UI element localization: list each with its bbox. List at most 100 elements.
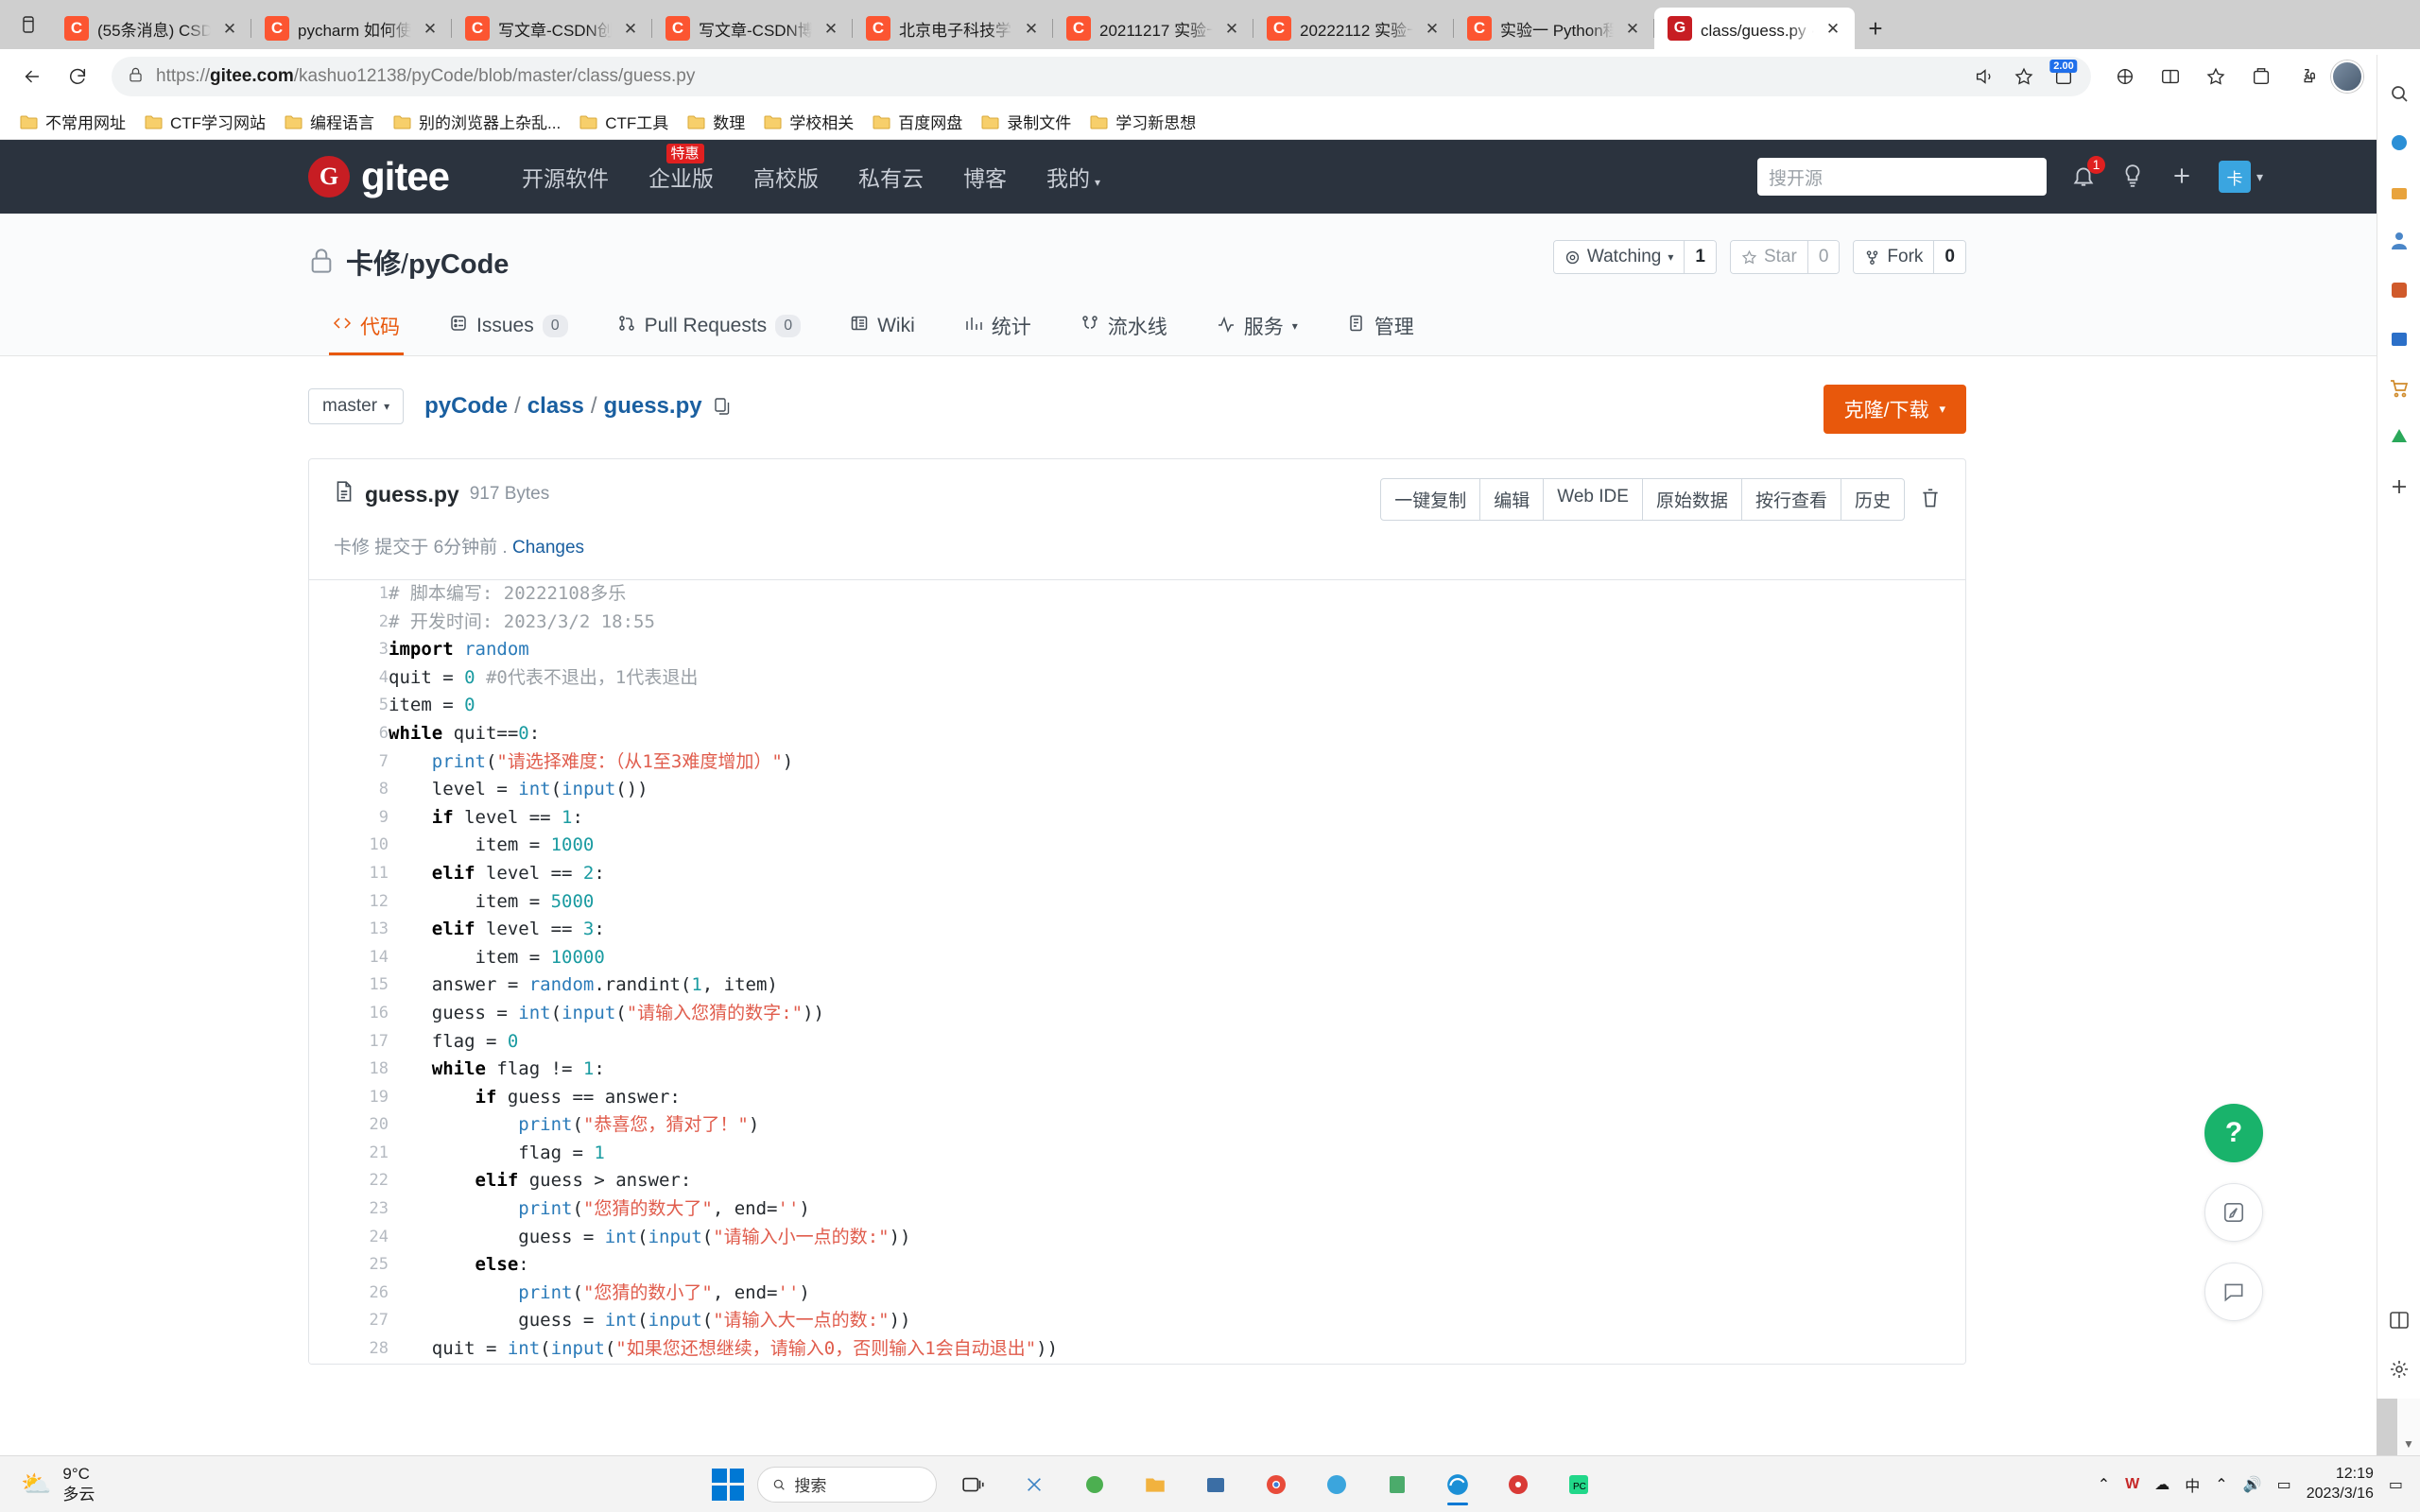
browser-tab[interactable]: C 20211217 实验一 ✕ — [1053, 8, 1253, 49]
split-screen-icon[interactable] — [2150, 56, 2191, 97]
bookmark-item[interactable]: 学习新思想 — [1081, 106, 1204, 137]
tray-wifi-icon[interactable]: ⌃ — [2215, 1475, 2227, 1494]
gitee-nav-item[interactable]: 博客 — [943, 161, 1027, 193]
bookmark-item[interactable]: 录制文件 — [973, 106, 1080, 137]
widgets-icon[interactable] — [1011, 1463, 1058, 1506]
copy-icon[interactable] — [713, 396, 732, 417]
chrome-icon[interactable] — [1253, 1463, 1300, 1506]
chat-icon[interactable] — [2204, 1263, 2263, 1321]
tray-volume-icon[interactable]: 🔊 — [2243, 1475, 2262, 1494]
tray-onedrive-icon[interactable]: ☁ — [2154, 1475, 2169, 1494]
sidebar-add-icon[interactable] — [2385, 472, 2413, 501]
collections-icon[interactable]: 2.00 — [2046, 59, 2082, 94]
gitee-search-input[interactable]: 搜开源 — [1756, 158, 2047, 196]
help-button[interactable]: ? — [2204, 1104, 2263, 1162]
browser-tab[interactable]: C 北京电子科技学院 ✕ — [853, 8, 1053, 49]
sidebar-shopping-cart-icon[interactable] — [2385, 374, 2413, 403]
bookmark-item[interactable]: 不常用网址 — [11, 106, 134, 137]
lightbulb-icon[interactable] — [2120, 163, 2145, 191]
start-button[interactable] — [712, 1468, 745, 1501]
file-explorer-icon[interactable] — [1132, 1463, 1179, 1506]
browser-tab[interactable]: C (55条消息) CSDN被 ✕ — [51, 8, 251, 49]
reload-icon[interactable] — [57, 56, 98, 97]
browser-extensions-icon[interactable] — [2286, 56, 2327, 97]
repo-tab-流水线[interactable]: 流水线 — [1056, 302, 1192, 355]
file-tool-一键复制[interactable]: 一键复制 — [1381, 479, 1481, 520]
tab-close-icon[interactable]: ✕ — [420, 18, 441, 39]
trash-icon[interactable] — [1920, 487, 1941, 512]
music-icon[interactable] — [1495, 1463, 1542, 1506]
scroll-down-icon[interactable]: ▼ — [2397, 1433, 2420, 1455]
tab-close-icon[interactable]: ✕ — [1422, 18, 1443, 39]
sidebar-games-icon[interactable] — [2385, 423, 2413, 452]
chat-taskbar-icon[interactable] — [1071, 1463, 1118, 1506]
gitee-logo[interactable]: G gitee — [308, 156, 450, 198]
sidebar-copilot-icon[interactable] — [2385, 129, 2413, 157]
repo-tab-Issues[interactable]: Issues 0 — [424, 302, 593, 355]
tab-close-icon[interactable]: ✕ — [1221, 18, 1242, 39]
sidebar-office-icon[interactable] — [2385, 276, 2413, 304]
new-tab-button[interactable]: + — [1855, 8, 1896, 49]
browser-essentials-icon[interactable] — [2104, 56, 2146, 97]
repo-tab-管理[interactable]: 管理 — [1322, 302, 1439, 355]
notes-icon[interactable] — [1374, 1463, 1421, 1506]
bookmark-item[interactable]: 数理 — [679, 106, 753, 137]
tab-actions-icon[interactable] — [6, 4, 51, 45]
browser-tab[interactable]: Cpycharm 如何使用 ✕ — [251, 8, 452, 49]
taskbar-clock[interactable]: 12:19 2023/3/16 — [2307, 1465, 2374, 1504]
browser-tab[interactable]: C 写文章-CSDN创作 ✕ — [452, 8, 652, 49]
repo-tab-Wiki[interactable]: Wiki — [825, 302, 940, 355]
favorites-star-icon[interactable] — [2006, 59, 2042, 94]
read-aloud-icon[interactable] — [1966, 59, 2002, 94]
gitee-nav-item[interactable]: 开源软件 — [502, 161, 629, 193]
branch-selector[interactable]: master ▾ — [308, 388, 405, 424]
commit-author[interactable]: 卡修 — [334, 538, 370, 558]
browser-tab[interactable]: Gclass/guess.py · 卡 ✕ — [1654, 8, 1855, 49]
edge-browser-icon[interactable] — [1434, 1463, 1481, 1506]
breadcrumb-item[interactable]: pyCode — [424, 393, 508, 420]
gitee-nav-item[interactable]: 特惠 企业版 — [629, 144, 734, 193]
gitee-nav-item[interactable]: 私有云 — [838, 161, 943, 193]
repo-tab-统计[interactable]: 统计 — [940, 302, 1056, 355]
bookmark-item[interactable]: 学校相关 — [755, 106, 862, 137]
address-bar[interactable]: https://gitee.com/kashuo12138/pyCode/blo… — [112, 57, 2091, 96]
weather-widget[interactable]: ⛅ 9°C 多云 — [0, 1464, 217, 1505]
tab-close-icon[interactable]: ✕ — [1823, 18, 1843, 39]
bookmark-item[interactable]: 百度网盘 — [864, 106, 971, 137]
bookmark-item[interactable]: 编程语言 — [276, 106, 383, 137]
tray-ime-icon[interactable]: 中 — [2185, 1473, 2200, 1496]
sidebar-outlook-icon[interactable] — [2385, 325, 2413, 353]
edit-icon[interactable] — [2204, 1183, 2263, 1242]
tab-close-icon[interactable]: ✕ — [620, 18, 641, 39]
sidebar-shopping-icon[interactable] — [2385, 178, 2413, 206]
bookmark-item[interactable]: CTF工具 — [571, 106, 677, 137]
task-view-icon[interactable] — [950, 1463, 997, 1506]
tab-close-icon[interactable]: ✕ — [1622, 18, 1643, 39]
file-tool-编辑[interactable]: 编辑 — [1480, 479, 1545, 520]
add-new-icon[interactable] — [2169, 163, 2194, 191]
edge-dev-icon[interactable] — [1313, 1463, 1360, 1506]
fork-button[interactable]: Fork 0 — [1853, 240, 1966, 274]
tab-close-icon[interactable]: ✕ — [219, 18, 240, 39]
repo-name[interactable]: pyCode — [408, 249, 509, 280]
back-icon[interactable] — [11, 56, 53, 97]
file-tool-Web IDE[interactable]: Web IDE — [1544, 479, 1643, 520]
profile-avatar[interactable] — [2331, 60, 2363, 93]
tray-battery-icon[interactable]: ▭ — [2277, 1475, 2291, 1494]
tab-close-icon[interactable]: ✕ — [821, 18, 841, 39]
pycharm-icon[interactable]: PC — [1555, 1463, 1602, 1506]
bookmark-item[interactable]: CTF学习网站 — [136, 106, 274, 137]
file-tool-历史[interactable]: 历史 — [1841, 479, 1904, 520]
tab-close-icon[interactable]: ✕ — [1021, 18, 1042, 39]
bookmark-item[interactable]: 别的浏览器上杂乱... — [385, 106, 569, 137]
repo-tab-代码[interactable]: 代码 — [308, 302, 424, 355]
notification-center-icon[interactable]: ▭ — [2389, 1475, 2403, 1494]
browser-tab[interactable]: C 20222112 实验一 ✕ — [1253, 8, 1454, 49]
notifications-bell-icon[interactable]: 1 — [2071, 155, 2105, 191]
repo-tab-服务[interactable]: 服务 ▾ — [1192, 302, 1322, 355]
watch-button[interactable]: Watching ▾ 1 — [1552, 240, 1717, 274]
repo-tab-Pull Requests[interactable]: Pull Requests 0 — [593, 302, 825, 355]
breadcrumb-item[interactable]: class — [527, 393, 584, 420]
browser-tab[interactable]: C 实验一 Python程序 ✕ — [1454, 8, 1654, 49]
commit-changes-link[interactable]: Changes — [512, 538, 584, 558]
